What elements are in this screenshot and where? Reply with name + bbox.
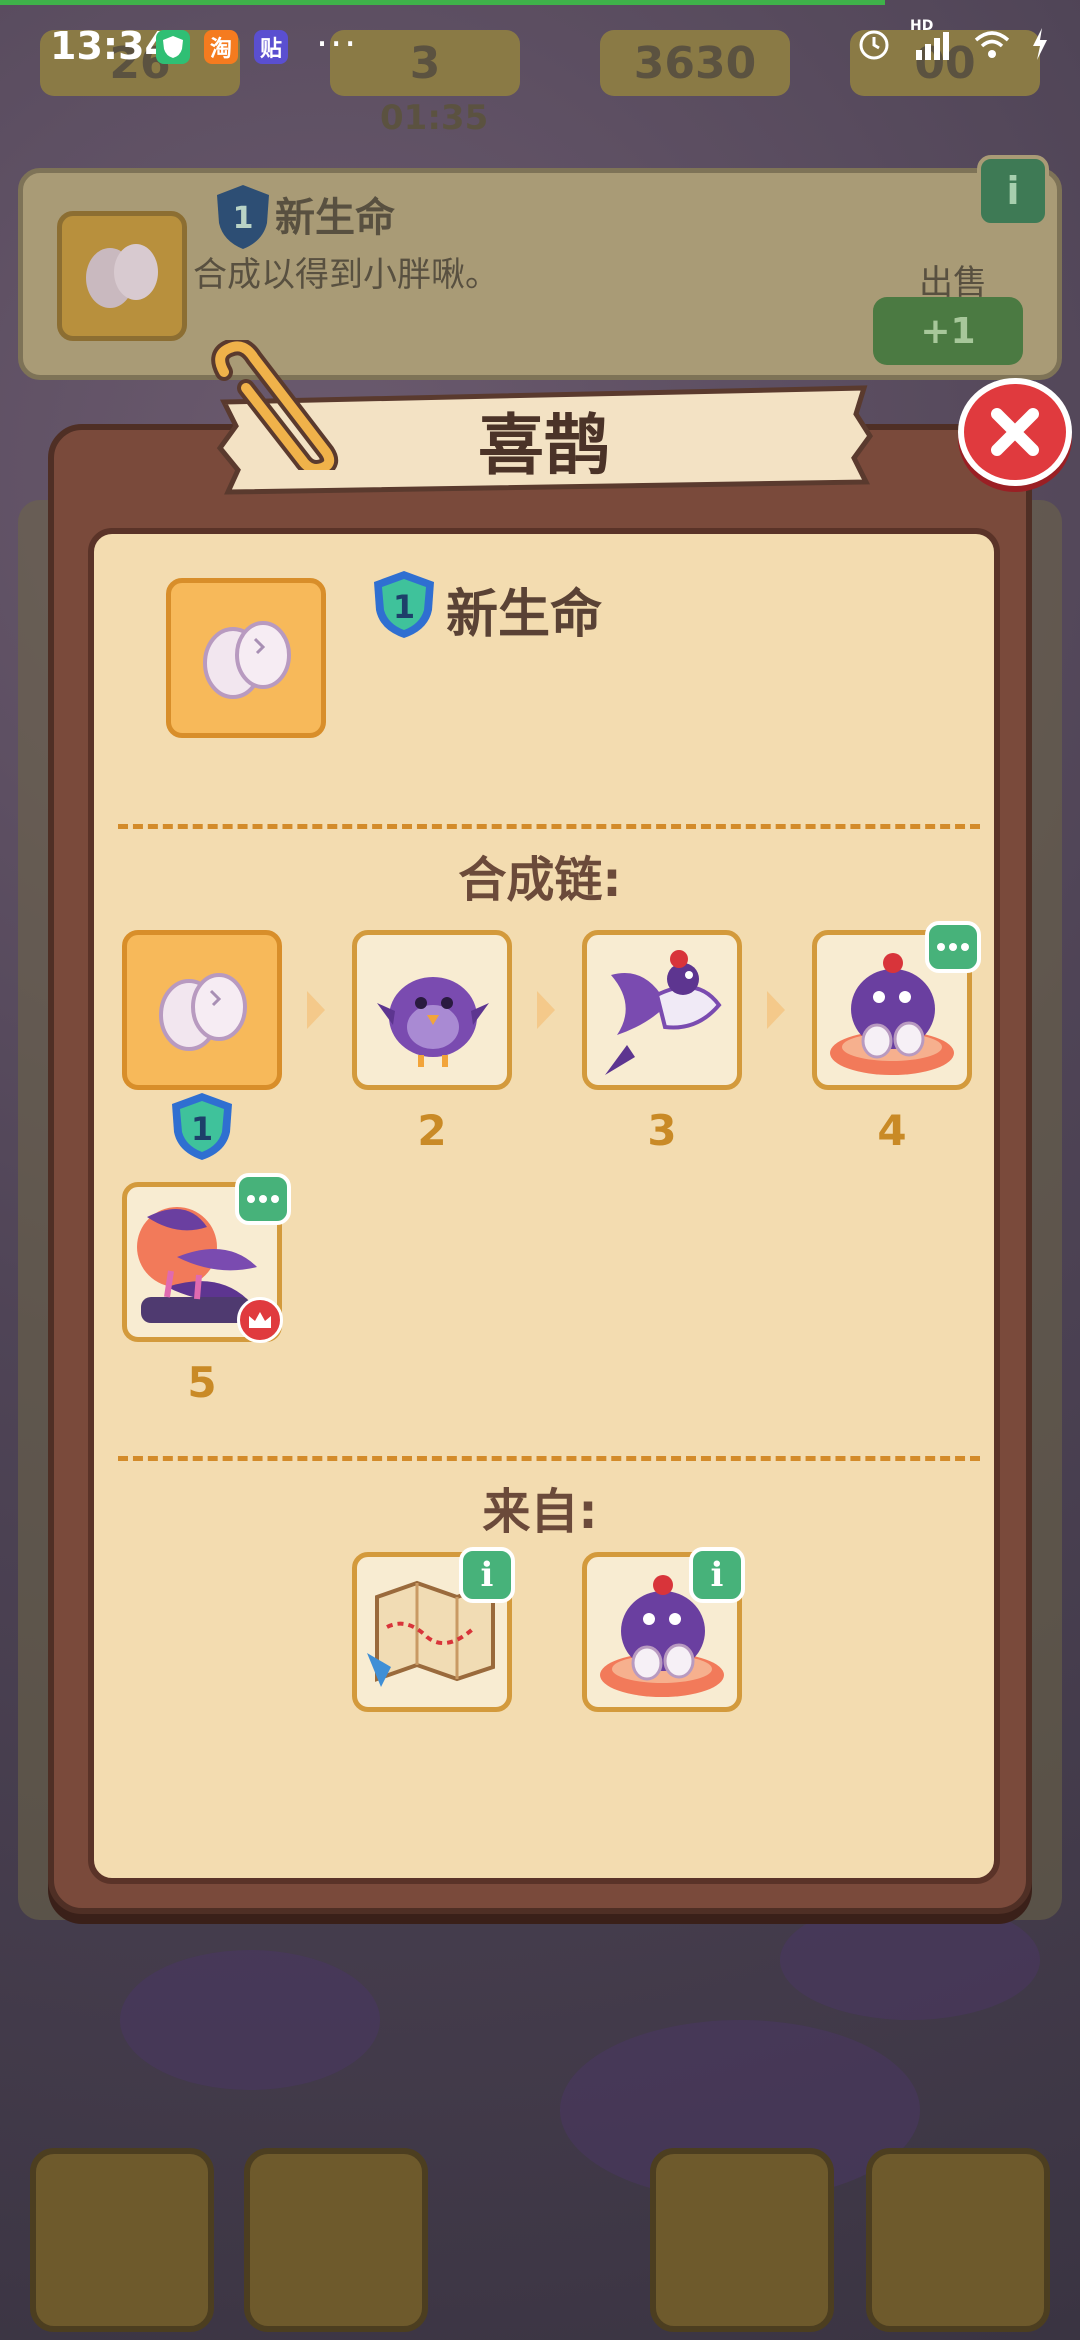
sell-price: +1 [920, 310, 976, 352]
status-time: 13:34 [50, 24, 171, 68]
hud-timer: 01:35 [380, 98, 489, 138]
charging-icon [1033, 28, 1047, 60]
status-bar: 13:34 淘 贴 ··· HD [0, 0, 1080, 96]
download-progress-line [0, 0, 885, 5]
background-info-button: i [977, 155, 1049, 227]
chain-section-title: 合成链: [458, 852, 622, 908]
chain-arrow-icon [307, 991, 325, 1029]
source-item-2[interactable]: i [582, 1547, 745, 1712]
chain-item-3[interactable] [582, 930, 742, 1090]
chain-item-5[interactable] [122, 1173, 291, 1343]
background-item-title: 新生命 [275, 195, 395, 241]
paperclip-icon [211, 340, 339, 470]
app-label: 淘 [209, 37, 232, 62]
shield-level-text: 1 [233, 201, 254, 236]
chain-level-label: 2 [417, 1106, 447, 1155]
background-bird [780, 1900, 1040, 2020]
more-notifications-icon: ··· [316, 22, 359, 66]
eggs-icon [203, 621, 291, 699]
chain-item-2[interactable] [352, 930, 512, 1090]
tasks-button [866, 2148, 1050, 2332]
tieba-app-icon: 贴 [254, 30, 288, 64]
app-label: 贴 [259, 37, 282, 62]
info-button[interactable]: i [689, 1547, 745, 1603]
chain-arrow-icon [767, 991, 785, 1029]
flying-magpie-icon [605, 950, 722, 1075]
close-button[interactable] [958, 378, 1072, 486]
level-shield-icon: 1 [172, 1093, 232, 1160]
current-item-card[interactable] [166, 578, 326, 738]
more-info-badge[interactable] [925, 921, 981, 973]
eggs-icon [86, 244, 158, 308]
eggs-icon [159, 973, 247, 1051]
source-item-1[interactable]: i [352, 1547, 515, 1712]
chain-level-label: 4 [877, 1106, 907, 1155]
status-icons: HD [856, 18, 1050, 62]
section-divider [118, 1456, 980, 1461]
more-info-badge[interactable] [235, 1173, 291, 1225]
background-bird [120, 1950, 380, 2090]
signal-icon: HD [910, 18, 954, 62]
background-item-panel: 1 新生命 合成以得到小胖啾。 出售 +1 i [18, 155, 1062, 380]
chain-arrow-icon [537, 991, 555, 1029]
close-icon [991, 408, 1039, 456]
background-item-slot [57, 211, 187, 341]
shop-basket-button [650, 2148, 834, 2332]
current-item-name: 新生命 [446, 585, 603, 645]
from-section-title: 来自: [482, 1484, 598, 1540]
section-divider [118, 824, 980, 829]
leaderboard-button [244, 2148, 428, 2332]
shield-app-icon [156, 30, 190, 64]
back-button [30, 2148, 214, 2332]
chain-level-label: 5 [187, 1358, 217, 1407]
shield-level-text: 1 [191, 1110, 213, 1148]
alarm-icon [859, 30, 889, 60]
chain-item-1[interactable] [122, 930, 282, 1090]
level-shield-icon: 1 [217, 185, 269, 249]
crown-icon [237, 1297, 283, 1343]
info-button[interactable]: i [459, 1547, 515, 1603]
shield-level-text: 1 [393, 588, 415, 626]
level-shield-icon: 1 [374, 571, 434, 638]
chain-item-4[interactable] [812, 921, 981, 1090]
chain-level-label: 3 [647, 1106, 677, 1155]
purple-chick-icon [377, 977, 489, 1067]
network-label: HD [910, 18, 934, 34]
taobao-app-icon: 淘 [204, 30, 238, 64]
wifi-icon [974, 31, 1010, 58]
background-item-description: 合成以得到小胖啾。 [193, 255, 499, 295]
background-sell-button: +1 [873, 297, 1023, 365]
